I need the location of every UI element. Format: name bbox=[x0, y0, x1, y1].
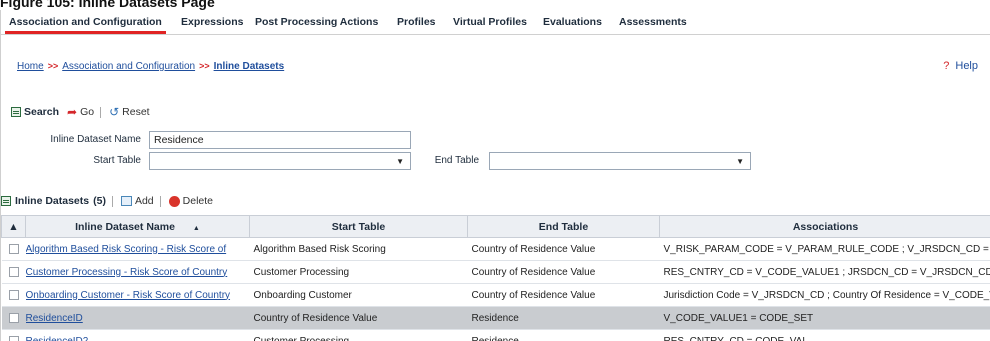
dataset-name-link[interactable]: ResidenceID2 bbox=[25, 329, 250, 341]
associations-cell: Jurisdiction Code = V_JRSDCN_CD ; Countr… bbox=[659, 283, 990, 307]
start-table-select[interactable]: ▼ bbox=[149, 152, 411, 170]
dataset-name-link[interactable]: Algorithm Based Risk Scoring - Risk Scor… bbox=[25, 237, 250, 261]
figure-caption: Figure 105: Inline Datasets Page bbox=[0, 0, 215, 10]
chevron-down-icon: ▼ bbox=[736, 157, 744, 166]
column-header-end-table[interactable]: End Table bbox=[467, 215, 660, 238]
sort-ascending-icon: ▲ bbox=[192, 224, 200, 232]
chevron-down-icon: ▼ bbox=[396, 157, 404, 166]
dataset-name-link[interactable]: ResidenceID bbox=[25, 306, 250, 330]
row-checkbox-cell[interactable] bbox=[1, 283, 26, 307]
row-checkbox[interactable] bbox=[8, 289, 19, 300]
go-button[interactable]: ➦ Go bbox=[67, 105, 94, 119]
tab-association-and-configuration[interactable]: Association and Configuration bbox=[5, 16, 166, 34]
collapse-section-icon[interactable] bbox=[11, 107, 21, 117]
row-checkbox[interactable] bbox=[8, 266, 19, 277]
breadcrumb-current: Inline Datasets bbox=[213, 61, 285, 72]
end-table-cell: Country of Residence Value bbox=[467, 260, 660, 284]
reset-label: Reset bbox=[122, 106, 150, 118]
help-icon: ? bbox=[943, 60, 950, 72]
delete-label: Delete bbox=[182, 195, 214, 207]
end-table-cell: Residence bbox=[467, 306, 660, 330]
toolbar-divider bbox=[159, 195, 161, 207]
help-link[interactable]: ? Help bbox=[943, 60, 978, 72]
row-checkbox-cell[interactable] bbox=[1, 237, 26, 261]
table-row[interactable]: ResidenceID2 Customer Processing Residen… bbox=[1, 329, 990, 341]
associations-cell: V_RISK_PARAM_CODE = V_PARAM_RULE_CODE ; … bbox=[659, 237, 990, 261]
start-table-label: Start Table bbox=[93, 155, 141, 166]
grid-title: Inline Datasets bbox=[15, 195, 90, 207]
add-button[interactable]: Add bbox=[120, 195, 154, 207]
end-table-cell: Country of Residence Value bbox=[467, 237, 660, 261]
inline-datasets-window: Association and Configuration Expression… bbox=[0, 10, 990, 341]
row-checkbox[interactable] bbox=[8, 312, 19, 323]
tab-assessments[interactable]: Assessments bbox=[615, 16, 691, 34]
search-title: Search bbox=[24, 106, 60, 118]
table-row[interactable]: Algorithm Based Risk Scoring - Risk Scor… bbox=[1, 237, 990, 261]
toolbar-divider bbox=[111, 195, 113, 207]
tab-profiles[interactable]: Profiles bbox=[393, 16, 440, 34]
go-arrow-icon: ➦ bbox=[67, 105, 78, 119]
start-table-cell: Country of Residence Value bbox=[249, 306, 468, 330]
select-all-icon: ▲ bbox=[8, 220, 19, 233]
select-all-header[interactable]: ▲ bbox=[1, 215, 26, 238]
inline-datasets-table: ▲ Inline Dataset Name ▲ Start Table End T… bbox=[1, 215, 990, 341]
associations-cell: RES_CNTRY_CD = V_CODE_VALUE1 ; JRSDCN_CD… bbox=[659, 260, 990, 284]
breadcrumb: Home >> Association and Configuration >> Inl… bbox=[17, 61, 284, 72]
end-table-cell: Country of Residence Value bbox=[467, 283, 660, 307]
row-checkbox-cell[interactable] bbox=[1, 306, 26, 330]
reset-button[interactable]: ↺ Reset bbox=[109, 105, 150, 119]
inline-dataset-name-label: Inline Dataset Name bbox=[50, 134, 141, 145]
start-table-cell: Customer Processing bbox=[249, 260, 468, 284]
breadcrumb-separator: >> bbox=[47, 61, 59, 71]
start-table-cell: Algorithm Based Risk Scoring bbox=[249, 237, 468, 261]
end-table-label: End Table bbox=[434, 155, 479, 166]
column-header-inline-dataset-name[interactable]: Inline Dataset Name ▲ bbox=[25, 215, 250, 238]
associations-cell: V_CODE_VALUE1 = CODE_SET bbox=[659, 306, 990, 330]
row-checkbox-cell[interactable] bbox=[1, 260, 26, 284]
associations-cell: RES_CNTRY_CD = CODE_VAL bbox=[659, 329, 990, 341]
breadcrumb-association-and-configuration[interactable]: Association and Configuration bbox=[62, 61, 195, 72]
tab-expressions[interactable]: Expressions bbox=[177, 16, 247, 34]
row-checkbox-cell[interactable] bbox=[1, 329, 26, 341]
dataset-name-link[interactable]: Customer Processing - Risk Score of Coun… bbox=[25, 260, 250, 284]
tab-evaluations[interactable]: Evaluations bbox=[539, 16, 606, 34]
tab-virtual-profiles[interactable]: Virtual Profiles bbox=[449, 16, 531, 34]
column-header-start-table[interactable]: Start Table bbox=[249, 215, 468, 238]
grid-count: (5) bbox=[93, 195, 106, 207]
help-label: Help bbox=[955, 60, 978, 72]
add-label: Add bbox=[134, 195, 154, 207]
toolbar-divider bbox=[100, 106, 102, 118]
column-header-associations[interactable]: Associations bbox=[659, 215, 990, 238]
collapse-grid-icon[interactable] bbox=[1, 196, 11, 206]
breadcrumb-home[interactable]: Home bbox=[17, 61, 44, 72]
table-row-selected[interactable]: ResidenceID Country of Residence Value R… bbox=[1, 306, 990, 330]
delete-button[interactable]: Delete bbox=[168, 195, 214, 207]
breadcrumb-separator: >> bbox=[199, 61, 210, 71]
go-label: Go bbox=[80, 106, 95, 118]
table-row[interactable]: Customer Processing - Risk Score of Coun… bbox=[1, 260, 990, 284]
table-row[interactable]: Onboarding Customer - Risk Score of Coun… bbox=[1, 283, 990, 307]
add-icon bbox=[120, 196, 132, 206]
start-table-cell: Onboarding Customer bbox=[249, 283, 468, 307]
delete-icon bbox=[168, 195, 180, 207]
end-table-select[interactable]: ▼ bbox=[489, 152, 751, 170]
inline-dataset-name-input[interactable] bbox=[149, 131, 411, 149]
reset-icon: ↺ bbox=[109, 105, 120, 119]
row-checkbox[interactable] bbox=[8, 335, 19, 341]
row-checkbox[interactable] bbox=[8, 243, 19, 254]
grid-toolbar: Inline Datasets (5) Add Delete bbox=[1, 192, 213, 210]
table-header-row: ▲ Inline Dataset Name ▲ Start Table End T… bbox=[1, 215, 990, 238]
dataset-name-link[interactable]: Onboarding Customer - Risk Score of Coun… bbox=[25, 283, 250, 307]
start-table-cell: Customer Processing bbox=[249, 329, 468, 341]
tab-post-processing-actions[interactable]: Post Processing Actions bbox=[251, 16, 382, 34]
tab-bar: Association and Configuration Expression… bbox=[1, 10, 990, 35]
search-toolbar: Search ➦ Go ↺ Reset bbox=[11, 104, 150, 120]
end-table-cell: Residence bbox=[467, 329, 660, 341]
